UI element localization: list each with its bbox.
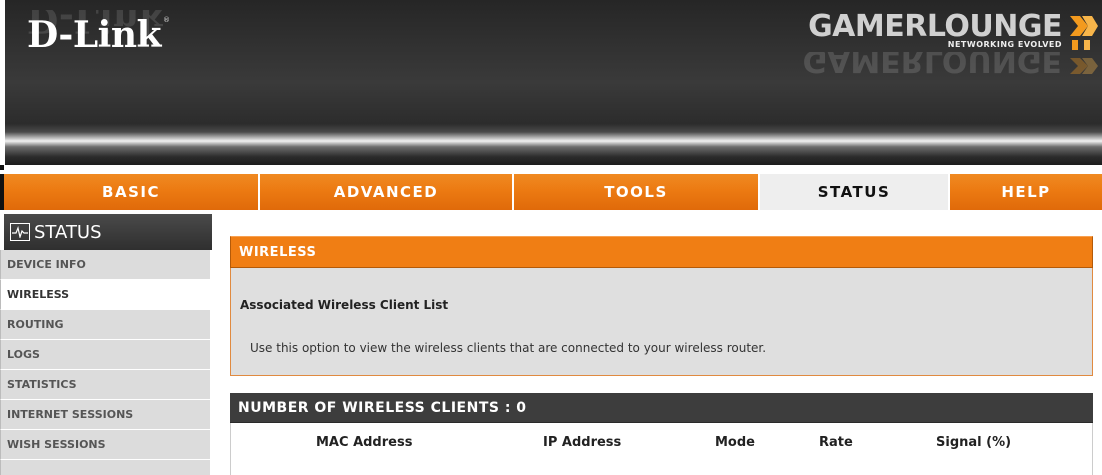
sidebar-title: STATUS (34, 221, 102, 243)
chevron-arrows-icon (1070, 16, 1098, 50)
tab-advanced[interactable]: ADVANCED (260, 174, 514, 210)
chevron-arrows-reflection-icon (1070, 58, 1098, 74)
sidebar-filler (0, 460, 210, 475)
sidebar-item-routing[interactable]: ROUTING (0, 310, 210, 340)
sidebar-menu: DEVICE INFO WIRELESS ROUTING LOGS STATIS… (0, 250, 214, 475)
sidebar: STATUS DEVICE INFO WIRELESS ROUTING LOGS… (0, 214, 214, 475)
gamerlounge-name: GAMERLOUNGE (808, 9, 1062, 44)
page-header: D-Link D-Link ® GAMERLOUNGE NETWORKING E… (0, 0, 1102, 165)
sidebar-header: STATUS (4, 214, 212, 250)
gamerlounge-logo-reflection: GAMERLOUNGE (802, 52, 1062, 78)
column-header-mode: Mode (715, 435, 755, 450)
column-header-mac: MAC Address (316, 435, 413, 450)
wireless-clients-count: NUMBER OF WIRELESS CLIENTS : 0 (230, 393, 1093, 423)
top-nav: BASIC ADVANCED TOOLS STATUS HELP (0, 174, 1102, 210)
sidebar-item-internet-sessions[interactable]: INTERNET SESSIONS (0, 400, 210, 430)
column-header-signal: Signal (%) (936, 435, 1012, 450)
tab-status[interactable]: STATUS (760, 174, 950, 210)
column-header-ip: IP Address (543, 435, 622, 450)
dlink-logo-reflection: D-Link (27, 10, 164, 40)
wireless-panel-title: WIRELESS (230, 236, 1093, 268)
tab-tools[interactable]: TOOLS (514, 174, 760, 210)
wireless-panel-body (230, 268, 1093, 376)
sidebar-item-statistics[interactable]: STATISTICS (0, 370, 210, 400)
gamerlounge-logo: GAMERLOUNGE NETWORKING EVOLVED (808, 9, 1062, 50)
tab-help[interactable]: HELP (950, 174, 1102, 210)
sidebar-item-wish-sessions[interactable]: WISH SESSIONS (0, 430, 210, 460)
trademark-symbol: ® (163, 16, 170, 24)
sidebar-item-device-info[interactable]: DEVICE INFO (0, 250, 210, 280)
sidebar-item-wireless[interactable]: WIRELESS (0, 280, 210, 310)
sidebar-item-logs[interactable]: LOGS (0, 340, 210, 370)
pulse-monitor-icon (10, 223, 30, 241)
tab-basic[interactable]: BASIC (4, 174, 260, 210)
client-list-description: Use this option to view the wireless cli… (250, 341, 767, 355)
wireless-clients-table: MAC Address IP Address Mode Rate Signal … (230, 423, 1093, 475)
wireless-clients-panel: NUMBER OF WIRELESS CLIENTS : 0 MAC Addre… (230, 393, 1093, 475)
column-header-rate: Rate (819, 435, 853, 450)
client-list-subtitle: Associated Wireless Client List (240, 298, 449, 312)
